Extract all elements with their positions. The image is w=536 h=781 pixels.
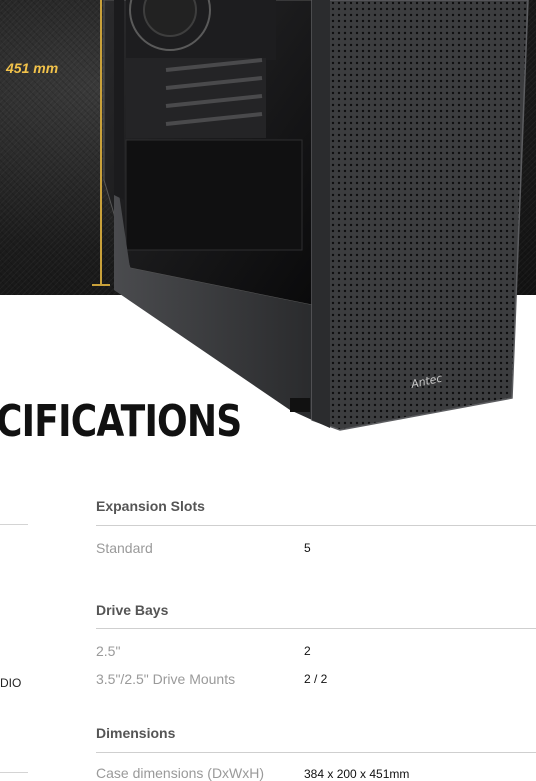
spec-value: 384 x 200 x 451mm: [304, 767, 410, 781]
section-title-expansion-slots: Expansion Slots: [96, 498, 205, 514]
spec-value: 2 / 2: [304, 672, 328, 686]
section-divider: [96, 525, 536, 526]
spec-label: 2.5": [96, 643, 121, 659]
left-column-divider: [0, 772, 28, 773]
spec-value: 5: [304, 541, 311, 555]
page-title: CIFICATIONS: [0, 396, 242, 447]
spec-label: Case dimensions (DxWxH): [96, 765, 265, 781]
pc-case-image: Antec: [103, 0, 529, 431]
section-title-dimensions: Dimensions: [96, 725, 176, 741]
spec-value: 2: [304, 644, 311, 658]
spec-label: 3.5"/2.5" Drive Mounts: [96, 671, 236, 687]
section-divider: [96, 628, 536, 629]
left-column-divider: [0, 524, 28, 525]
spec-label: Standard: [96, 540, 153, 556]
left-column-partial-text: DIO: [0, 676, 22, 690]
section-divider: [96, 752, 536, 753]
section-title-drive-bays: Drive Bays: [96, 602, 169, 618]
